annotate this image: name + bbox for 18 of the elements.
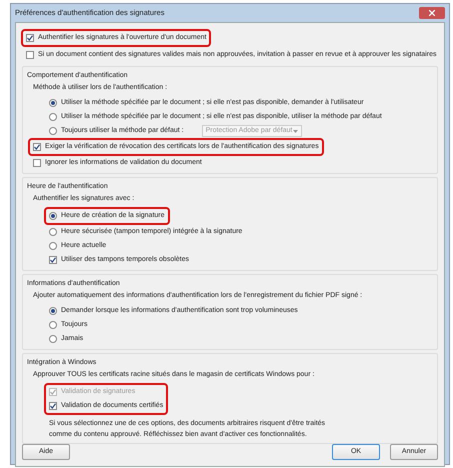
radio-button[interactable] xyxy=(49,127,57,135)
radio-button[interactable] xyxy=(49,212,57,220)
checkbox[interactable] xyxy=(49,256,57,264)
checkbox[interactable] xyxy=(33,159,41,167)
close-button[interactable] xyxy=(419,7,445,19)
caret-icon xyxy=(292,130,298,132)
checkbox[interactable] xyxy=(26,51,34,59)
checkbox[interactable] xyxy=(33,143,41,151)
radio-button[interactable] xyxy=(49,113,57,121)
radio-button[interactable] xyxy=(49,321,57,329)
radio-button[interactable] xyxy=(49,99,57,107)
checkbox[interactable] xyxy=(26,34,34,42)
radio-button[interactable] xyxy=(49,335,57,343)
checkbox[interactable] xyxy=(49,402,57,410)
close-icon xyxy=(429,10,435,16)
radio-button[interactable] xyxy=(49,228,57,236)
radio-button[interactable] xyxy=(49,242,57,250)
radio-button[interactable] xyxy=(49,307,57,315)
